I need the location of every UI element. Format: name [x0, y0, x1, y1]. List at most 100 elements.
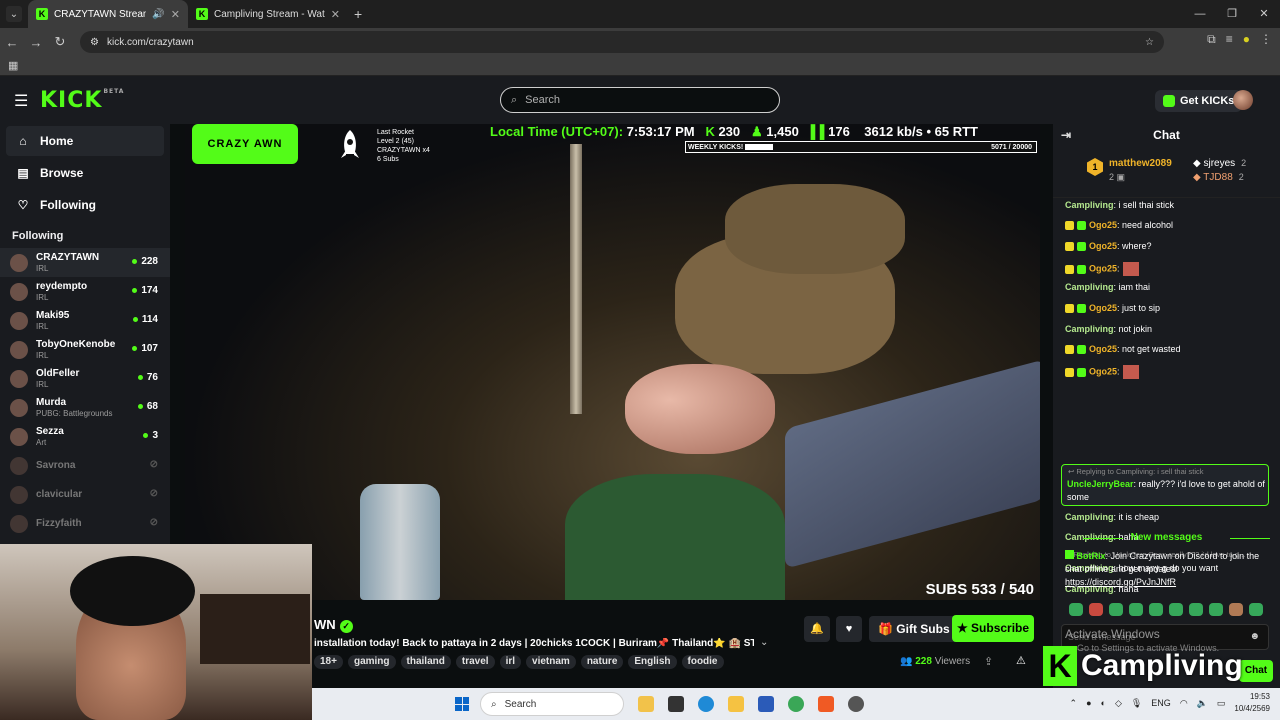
extensions-icon[interactable]: ⧉ [1207, 32, 1216, 47]
emote-icon[interactable] [1069, 603, 1083, 616]
lang-indicator[interactable]: ENG [1151, 698, 1171, 708]
video-player[interactable]: CRAZY AWN Last Rocket Level 2 (45) CRAZY… [185, 124, 1040, 600]
battery-icon[interactable]: ▭ [1217, 698, 1226, 709]
sidebar-channel-fizzyfaith[interactable]: Fizzyfaith ⊘ [0, 509, 170, 538]
edge-icon[interactable] [698, 696, 714, 712]
emote-icon[interactable] [1129, 603, 1143, 616]
tab-crazytawn[interactable]: K CRAZYTAWN Stream - Watc 🔊 ✕ [28, 0, 188, 28]
widgets-icon[interactable] [638, 696, 654, 712]
new-messages-divider[interactable]: New messages [1053, 532, 1280, 543]
leader-name[interactable]: matthew2089 [1109, 158, 1172, 169]
sidebar-channel-crazytawn[interactable]: CRAZYTAWN IRL 228 [0, 248, 170, 277]
forward-icon[interactable]: → [24, 35, 48, 50]
tag[interactable]: 18+ [314, 655, 343, 669]
search-input[interactable]: ⌕ Search [500, 87, 780, 113]
profile-icon[interactable]: ● [1243, 32, 1250, 47]
collapse-chat-icon[interactable]: ⇥ [1061, 124, 1071, 146]
leader-name[interactable]: ◆ sjreyes 2 [1193, 158, 1246, 169]
tray-arrow-icon[interactable]: ⌃ [1070, 698, 1078, 709]
emote-icon[interactable] [1189, 603, 1203, 616]
sidebar-channel-clavicular[interactable]: clavicular ⊘ [0, 480, 170, 509]
chat-message[interactable]: Campliving: it is cheap [1065, 512, 1159, 522]
subscribe-button[interactable]: ★ Subscribe [952, 615, 1034, 642]
chat-message[interactable]: Ogo25: [1065, 262, 1139, 276]
chat-message[interactable]: Campliving: not jokin [1065, 324, 1152, 334]
menu-icon[interactable]: ⋮ [1260, 32, 1272, 47]
hamburger-menu-icon[interactable]: ☰ [14, 91, 28, 111]
tab-search-button[interactable]: ⌄ [6, 6, 22, 22]
back-icon[interactable]: ← [0, 35, 24, 50]
follow-heart-button[interactable]: ♥ [836, 616, 862, 642]
discord-link[interactable]: https://discord.gg/PvJnJNfR [1065, 577, 1176, 587]
site-info-icon[interactable]: ⚙ [90, 37, 99, 48]
sidebar-channel-reydempto[interactable]: reydempto IRL 174 [0, 277, 170, 306]
sidebar-channel-oldfeller[interactable]: OldFeller IRL 76 [0, 364, 170, 393]
sidebar-item-home[interactable]: ⌂ Home [6, 126, 164, 156]
share-icon[interactable]: ⇪ [984, 655, 993, 668]
chat-message[interactable]: Ogo25: not get wasted [1065, 344, 1181, 355]
windows-start-icon[interactable] [455, 697, 469, 711]
tag[interactable]: gaming [347, 655, 396, 669]
new-tab-button[interactable]: + [354, 6, 362, 22]
emoji-icon[interactable]: ☻ [1249, 631, 1260, 642]
apps-grid-icon[interactable]: ▦ [8, 59, 18, 72]
bookmark-star-icon[interactable]: ☆ [1145, 37, 1154, 48]
tag[interactable]: vietnam [526, 655, 576, 669]
emote-icon[interactable] [1109, 603, 1123, 616]
close-window-icon[interactable]: ✕ [1248, 0, 1280, 28]
chat-message[interactable]: Campliving: i sell thai stick [1065, 200, 1174, 210]
tag[interactable]: travel [455, 655, 495, 669]
clock[interactable]: 19:53 10/4/2569 [1234, 691, 1270, 715]
tag[interactable]: irl [499, 655, 522, 669]
audio-icon[interactable]: 🔊 [152, 9, 164, 20]
chat-message[interactable]: Ogo25: need alcohol [1065, 220, 1173, 231]
sidebar-channel-savrona[interactable]: Savrona ⊘ [0, 451, 170, 480]
volume-icon[interactable]: 🔈 [1197, 698, 1208, 709]
tray-icon[interactable]: ◇ [1115, 698, 1122, 709]
emote-icon[interactable] [1249, 603, 1263, 616]
sidebar-item-browse[interactable]: ▤ Browse [6, 158, 164, 188]
tag[interactable]: thailand [400, 655, 451, 669]
address-bar[interactable]: ⚙ kick.com/crazytawn ☆ [80, 31, 1164, 53]
file-explorer-icon[interactable] [728, 696, 744, 712]
app-icon[interactable] [848, 696, 864, 712]
get-kicks-button[interactable]: Get KICKs [1155, 90, 1243, 112]
expand-title-icon[interactable]: ⌄ [760, 637, 768, 648]
emote-icon[interactable] [1169, 603, 1183, 616]
tab-campliving[interactable]: K Campliving Stream - Watch Live ✕ [188, 0, 348, 28]
chrome-icon[interactable] [788, 696, 804, 712]
tag[interactable]: English [628, 655, 677, 669]
chat-reply-message[interactable]: ↩ Replying to Campliving: i sell thai st… [1061, 464, 1269, 506]
user-avatar[interactable] [1233, 90, 1253, 110]
sidebar-channel-maki95[interactable]: Maki95 IRL 114 [0, 306, 170, 335]
wifi-icon[interactable]: ◠ [1180, 698, 1188, 709]
mic-icon[interactable]: 🎙 [1131, 698, 1142, 709]
emote-icon[interactable] [1089, 603, 1103, 616]
minimize-icon[interactable]: — [1184, 0, 1216, 28]
tab-close-icon[interactable]: ✕ [331, 8, 340, 21]
restore-icon[interactable]: ❐ [1216, 0, 1248, 28]
taskbar-search[interactable]: ⌕ Search [480, 692, 624, 716]
tag[interactable]: foodie [681, 655, 724, 669]
notification-bell-button[interactable]: 🔔 [804, 616, 830, 642]
tray-icon[interactable]: ● [1086, 698, 1091, 708]
sidebar-channel-murda[interactable]: Murda PUBG: Battlegrounds 68 [0, 393, 170, 422]
reload-icon[interactable]: ↻ [48, 34, 72, 50]
kick-logo[interactable]: KICKBETA [40, 88, 124, 113]
tray-icon[interactable]: ◐ [1101, 698, 1106, 708]
tag[interactable]: nature [580, 655, 624, 669]
sidebar-channel-sezza[interactable]: Sezza Art 3 [0, 422, 170, 451]
chat-message[interactable]: Campliving: iam thai [1065, 282, 1150, 292]
chat-message[interactable]: Ogo25: where? [1065, 241, 1152, 252]
gift-subs-button[interactable]: 🎁 Gift Subs [869, 616, 959, 642]
emote-icon[interactable] [1209, 603, 1223, 616]
chat-message[interactable]: Ogo25: just to sip [1065, 303, 1160, 314]
sidebar-channel-tobyonekenobe[interactable]: TobyOneKenobe IRL 107 [0, 335, 170, 364]
task-view-icon[interactable] [668, 696, 684, 712]
report-icon[interactable]: ⚠ [1016, 654, 1026, 667]
store-icon[interactable] [758, 696, 774, 712]
emote-icon[interactable] [1149, 603, 1163, 616]
streamer-name[interactable]: WN ✓ [314, 617, 353, 633]
reading-list-icon[interactable]: ≡ [1226, 32, 1233, 47]
brave-icon[interactable] [818, 696, 834, 712]
